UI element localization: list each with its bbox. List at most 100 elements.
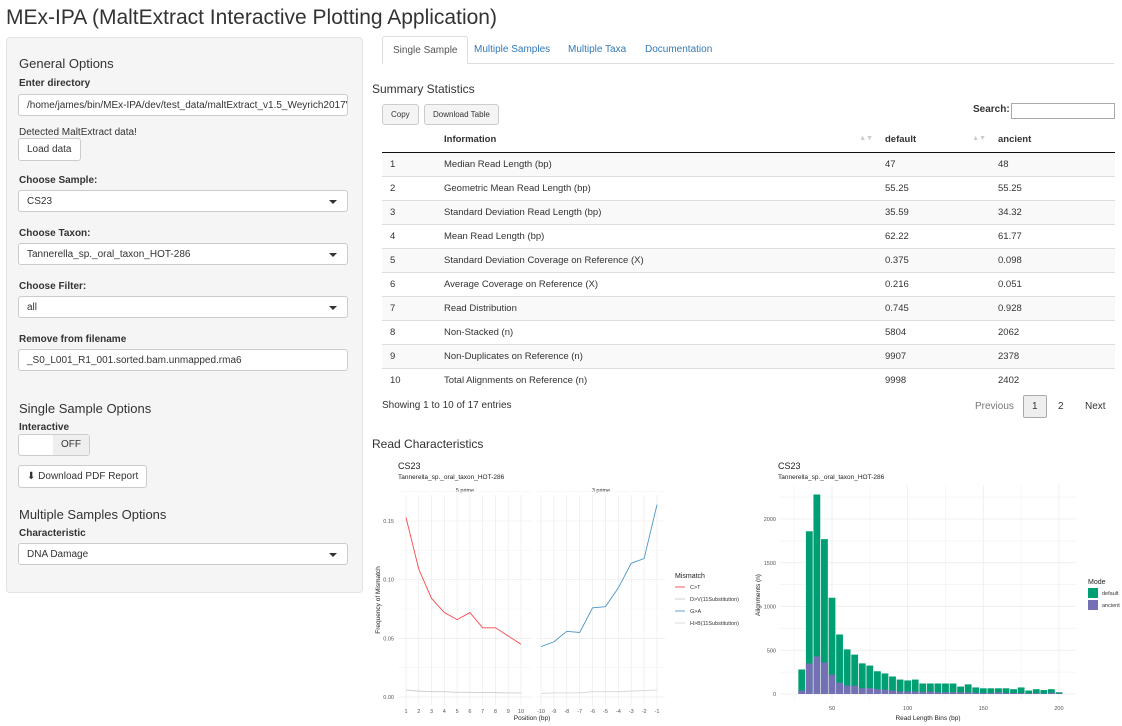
table-cell: Non-Stacked (n) xyxy=(430,319,877,344)
remove-input[interactable]: _S0_L001_R1_001.sorted.bam.unmapped.rma6 xyxy=(18,349,348,371)
table-cell: 6 xyxy=(382,271,430,296)
x-axis-label: Read Length Bins (bp) xyxy=(895,715,960,722)
bar-ancient xyxy=(813,656,821,694)
tab-single-sample[interactable]: Single Sample xyxy=(382,36,469,64)
sort-icon: ▲▼ xyxy=(859,135,873,142)
tab-multiple-taxa[interactable]: Multiple Taxa xyxy=(558,36,636,64)
bar-ancient xyxy=(904,691,912,694)
x-tick-label: -7 xyxy=(577,709,582,715)
taxon-select[interactable]: Tannerella_sp._oral_taxon_HOT-286 xyxy=(18,243,348,265)
y-axis-label: Frequency of Mismatch xyxy=(375,566,382,634)
characteristic-label: Characteristic xyxy=(19,528,86,539)
bar-ancient xyxy=(964,692,972,694)
legend-label: ancient xyxy=(1102,603,1120,609)
next-button[interactable]: Next xyxy=(1085,401,1106,412)
bar-ancient xyxy=(1010,693,1017,694)
table-cell: Average Coverage on Reference (X) xyxy=(430,271,877,296)
column-header[interactable]: ancient xyxy=(990,128,1115,153)
table-cell: 10 xyxy=(382,367,430,392)
column-header[interactable]: Information ▲▼ ▲▼ xyxy=(430,128,877,153)
multi-options-heading: Multiple Samples Options xyxy=(19,507,167,522)
legend-label: H>B(11Substitution) xyxy=(690,621,739,627)
legend-label: D>V(11Substitution) xyxy=(690,597,739,603)
table-row: 9 Non-Duplicates on Reference (n) 9907 2378 xyxy=(382,343,1115,368)
search-label: Search: xyxy=(973,104,1010,115)
sidebar-panel: General Options Enter directory /home/ja… xyxy=(6,37,363,593)
legend-key xyxy=(1088,588,1098,598)
column-header[interactable]: default ▲▼ xyxy=(877,128,990,153)
page-1-button[interactable]: 1 xyxy=(1023,395,1047,418)
characteristic-select[interactable]: DNA Damage xyxy=(18,543,348,565)
y-tick-label: 0.10 xyxy=(383,578,394,584)
download-icon: ⬇ xyxy=(27,471,39,482)
x-tick-label: 5 xyxy=(456,709,459,715)
table-cell: 3 xyxy=(382,199,430,224)
page-2-button[interactable]: 2 xyxy=(1058,401,1064,412)
search-input[interactable] xyxy=(1011,103,1115,119)
filter-select[interactable]: all xyxy=(18,296,348,318)
bar-ancient xyxy=(972,692,980,694)
copy-button[interactable]: Copy xyxy=(382,104,419,125)
y-tick-label: 0.15 xyxy=(383,519,394,525)
bar-ancient xyxy=(957,692,965,694)
bar-ancient xyxy=(987,693,995,694)
tab-multiple-samples[interactable]: Multiple Samples xyxy=(464,36,560,64)
x-tick-label: -3 xyxy=(629,709,634,715)
single-options-heading: Single Sample Options xyxy=(19,401,152,416)
bar-ancient xyxy=(1047,692,1055,694)
table-row: 8 Non-Stacked (n) 5804 2062 xyxy=(382,319,1115,344)
table-row: 7 Read Distribution 0.745 0.928 xyxy=(382,295,1115,320)
bar-ancient xyxy=(836,682,843,694)
bar-ancient xyxy=(896,691,904,694)
table-cell: Standard Deviation Read Length (bp) xyxy=(430,199,877,224)
table-cell: 1 xyxy=(382,151,430,176)
y-tick-label: 1500 xyxy=(764,561,776,567)
table-cell: 0.375 xyxy=(877,247,990,272)
x-tick-label: 150 xyxy=(979,706,988,712)
facet-label: 3 prime xyxy=(592,488,610,494)
bar-default xyxy=(1025,690,1033,694)
tab-documentation[interactable]: Documentation xyxy=(635,36,722,64)
x-tick-label: -4 xyxy=(616,709,621,715)
table-cell: 2402 xyxy=(990,367,1115,392)
bar-ancient xyxy=(851,685,859,694)
legend-label: default xyxy=(1102,591,1119,597)
sort-icon: ▲▼ xyxy=(972,135,986,142)
y-tick-label: 0.05 xyxy=(383,636,394,642)
table-row: 3 Standard Deviation Read Length (bp) 35.5… xyxy=(382,199,1115,224)
sample-select[interactable]: CS23 xyxy=(18,190,348,212)
x-tick-label: 50 xyxy=(829,706,835,712)
bar-ancient xyxy=(949,692,957,694)
bar-default xyxy=(1017,687,1025,694)
chart-title: CS23 xyxy=(778,461,801,471)
bar-ancient xyxy=(798,690,806,694)
x-tick-label: 9 xyxy=(507,709,510,715)
table-cell: 0.745 xyxy=(877,295,990,320)
download-pdf-button[interactable]: ⬇ Download PDF Report xyxy=(18,465,148,488)
main-tabs: Single Sample Multiple Samples Multiple … xyxy=(382,36,1114,64)
column-header[interactable] xyxy=(382,128,430,153)
directory-input[interactable]: /home/james/bin/MEx-IPA/dev/test_data/ma… xyxy=(18,94,348,116)
table-cell: Geometric Mean Read Length (bp) xyxy=(430,175,877,200)
previous-button[interactable]: Previous xyxy=(975,401,1014,412)
download-table-button[interactable]: Download Table xyxy=(424,104,499,125)
table-cell: 9998 xyxy=(877,367,990,392)
legend-key xyxy=(1088,600,1098,610)
table-cell: 34.32 xyxy=(990,199,1115,224)
x-tick-label: 1 xyxy=(404,709,407,715)
series-line-C>T xyxy=(405,517,522,645)
read-characteristics-heading: Read Characteristics xyxy=(372,437,484,451)
x-axis-label: Position (bp) xyxy=(514,715,551,722)
bar-default xyxy=(1040,690,1048,694)
legend-title: Mismatch xyxy=(675,573,705,580)
sample-label: Choose Sample: xyxy=(19,175,98,186)
interactive-toggle[interactable]: OFF xyxy=(18,434,90,456)
table-cell: 9907 xyxy=(877,343,990,368)
filter-label: Choose Filter: xyxy=(19,281,87,292)
load-data-button[interactable]: Load data xyxy=(18,138,81,161)
table-cell: 61.77 xyxy=(990,223,1115,248)
facet-label: 5 prime xyxy=(456,488,474,494)
y-tick-label: 2000 xyxy=(764,517,776,523)
x-tick-label: 4 xyxy=(443,709,446,715)
bar-ancient xyxy=(873,689,881,694)
